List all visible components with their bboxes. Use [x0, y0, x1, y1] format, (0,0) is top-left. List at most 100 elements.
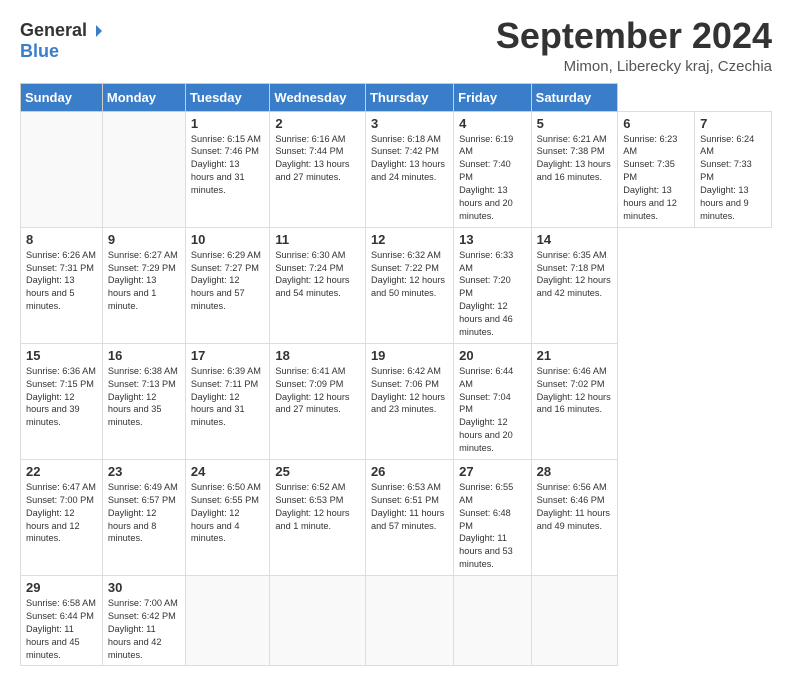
calendar-day-cell — [365, 576, 453, 666]
weekday-header: Friday — [454, 83, 532, 111]
calendar-day-cell: 12 Sunrise: 6:32 AMSunset: 7:22 PMDaylig… — [365, 227, 453, 343]
calendar-day-cell: 5 Sunrise: 6:21 AMSunset: 7:38 PMDayligh… — [531, 111, 618, 227]
day-number: 15 — [26, 348, 97, 363]
weekday-header: Saturday — [531, 83, 618, 111]
day-detail: Sunrise: 6:26 AMSunset: 7:31 PMDaylight:… — [26, 250, 96, 312]
calendar-day-cell — [185, 576, 270, 666]
day-detail: Sunrise: 6:58 AMSunset: 6:44 PMDaylight:… — [26, 598, 96, 660]
calendar-table: SundayMondayTuesdayWednesdayThursdayFrid… — [20, 83, 772, 667]
calendar-header-row: SundayMondayTuesdayWednesdayThursdayFrid… — [21, 83, 772, 111]
weekday-header: Tuesday — [185, 83, 270, 111]
day-number: 19 — [371, 348, 448, 363]
calendar-day-cell: 23 Sunrise: 6:49 AMSunset: 6:57 PMDaylig… — [102, 459, 185, 575]
month-title: September 2024 — [496, 16, 772, 56]
calendar-day-cell: 28 Sunrise: 6:56 AMSunset: 6:46 PMDaylig… — [531, 459, 618, 575]
calendar-day-cell: 30 Sunrise: 7:00 AMSunset: 6:42 PMDaylig… — [102, 576, 185, 666]
day-detail: Sunrise: 6:41 AMSunset: 7:09 PMDaylight:… — [275, 366, 349, 415]
day-detail: Sunrise: 6:15 AMSunset: 7:46 PMDaylight:… — [191, 134, 261, 196]
day-detail: Sunrise: 6:42 AMSunset: 7:06 PMDaylight:… — [371, 366, 445, 415]
calendar-day-cell: 27 Sunrise: 6:55 AMSunset: 6:48 PMDaylig… — [454, 459, 532, 575]
calendar-day-cell: 26 Sunrise: 6:53 AMSunset: 6:51 PMDaylig… — [365, 459, 453, 575]
calendar-week-row: 29 Sunrise: 6:58 AMSunset: 6:44 PMDaylig… — [21, 576, 772, 666]
calendar-day-cell: 14 Sunrise: 6:35 AMSunset: 7:18 PMDaylig… — [531, 227, 618, 343]
day-number: 3 — [371, 116, 448, 131]
logo-icon — [89, 24, 103, 38]
calendar-week-row: 15 Sunrise: 6:36 AMSunset: 7:15 PMDaylig… — [21, 343, 772, 459]
calendar-day-cell: 8 Sunrise: 6:26 AMSunset: 7:31 PMDayligh… — [21, 227, 103, 343]
page-header: General Blue September 2024 Mimon, Liber… — [20, 16, 772, 75]
weekday-header: Sunday — [21, 83, 103, 111]
day-number: 17 — [191, 348, 265, 363]
day-detail: Sunrise: 6:49 AMSunset: 6:57 PMDaylight:… — [108, 482, 178, 544]
calendar-day-cell — [270, 576, 366, 666]
logo: General Blue — [20, 20, 103, 62]
day-detail: Sunrise: 6:55 AMSunset: 6:48 PMDaylight:… — [459, 482, 513, 569]
day-detail: Sunrise: 6:27 AMSunset: 7:29 PMDaylight:… — [108, 250, 178, 312]
day-number: 20 — [459, 348, 526, 363]
day-detail: Sunrise: 6:21 AMSunset: 7:38 PMDaylight:… — [537, 134, 611, 183]
logo-general-text: General — [20, 20, 87, 41]
day-number: 11 — [275, 232, 360, 247]
calendar-week-row: 1 Sunrise: 6:15 AMSunset: 7:46 PMDayligh… — [21, 111, 772, 227]
day-number: 30 — [108, 580, 180, 595]
day-detail: Sunrise: 6:52 AMSunset: 6:53 PMDaylight:… — [275, 482, 349, 531]
calendar-day-cell: 11 Sunrise: 6:30 AMSunset: 7:24 PMDaylig… — [270, 227, 366, 343]
calendar-day-cell: 7 Sunrise: 6:24 AMSunset: 7:33 PMDayligh… — [695, 111, 772, 227]
calendar-day-cell: 4 Sunrise: 6:19 AMSunset: 7:40 PMDayligh… — [454, 111, 532, 227]
day-number: 7 — [700, 116, 766, 131]
weekday-header: Wednesday — [270, 83, 366, 111]
calendar-day-cell: 1 Sunrise: 6:15 AMSunset: 7:46 PMDayligh… — [185, 111, 270, 227]
calendar-day-cell: 16 Sunrise: 6:38 AMSunset: 7:13 PMDaylig… — [102, 343, 185, 459]
day-detail: Sunrise: 6:24 AMSunset: 7:33 PMDaylight:… — [700, 134, 754, 221]
weekday-header: Thursday — [365, 83, 453, 111]
calendar-day-cell: 10 Sunrise: 6:29 AMSunset: 7:27 PMDaylig… — [185, 227, 270, 343]
calendar-day-cell: 6 Sunrise: 6:23 AMSunset: 7:35 PMDayligh… — [618, 111, 695, 227]
day-number: 26 — [371, 464, 448, 479]
day-number: 25 — [275, 464, 360, 479]
location-title: Mimon, Liberecky kraj, Czechia — [496, 58, 772, 75]
calendar-day-cell: 29 Sunrise: 6:58 AMSunset: 6:44 PMDaylig… — [21, 576, 103, 666]
day-detail: Sunrise: 6:36 AMSunset: 7:15 PMDaylight:… — [26, 366, 96, 428]
day-detail: Sunrise: 6:46 AMSunset: 7:02 PMDaylight:… — [537, 366, 611, 415]
day-detail: Sunrise: 6:47 AMSunset: 7:00 PMDaylight:… — [26, 482, 96, 544]
calendar-day-cell — [531, 576, 618, 666]
calendar-day-cell: 22 Sunrise: 6:47 AMSunset: 7:00 PMDaylig… — [21, 459, 103, 575]
day-number: 27 — [459, 464, 526, 479]
calendar-day-cell — [21, 111, 103, 227]
calendar-day-cell: 13 Sunrise: 6:33 AMSunset: 7:20 PMDaylig… — [454, 227, 532, 343]
weekday-header: Monday — [102, 83, 185, 111]
day-number: 22 — [26, 464, 97, 479]
day-number: 10 — [191, 232, 265, 247]
day-detail: Sunrise: 6:39 AMSunset: 7:11 PMDaylight:… — [191, 366, 261, 428]
day-detail: Sunrise: 6:23 AMSunset: 7:35 PMDaylight:… — [623, 134, 677, 221]
day-number: 18 — [275, 348, 360, 363]
day-detail: Sunrise: 6:50 AMSunset: 6:55 PMDaylight:… — [191, 482, 261, 544]
calendar-day-cell: 15 Sunrise: 6:36 AMSunset: 7:15 PMDaylig… — [21, 343, 103, 459]
day-detail: Sunrise: 6:44 AMSunset: 7:04 PMDaylight:… — [459, 366, 513, 453]
day-number: 12 — [371, 232, 448, 247]
calendar-day-cell: 18 Sunrise: 6:41 AMSunset: 7:09 PMDaylig… — [270, 343, 366, 459]
day-number: 29 — [26, 580, 97, 595]
calendar-day-cell — [102, 111, 185, 227]
day-detail: Sunrise: 6:18 AMSunset: 7:42 PMDaylight:… — [371, 134, 445, 183]
day-detail: Sunrise: 6:30 AMSunset: 7:24 PMDaylight:… — [275, 250, 349, 299]
day-number: 6 — [623, 116, 689, 131]
day-number: 16 — [108, 348, 180, 363]
calendar-day-cell: 21 Sunrise: 6:46 AMSunset: 7:02 PMDaylig… — [531, 343, 618, 459]
calendar-day-cell: 25 Sunrise: 6:52 AMSunset: 6:53 PMDaylig… — [270, 459, 366, 575]
day-number: 1 — [191, 116, 265, 131]
day-number: 24 — [191, 464, 265, 479]
calendar-week-row: 22 Sunrise: 6:47 AMSunset: 7:00 PMDaylig… — [21, 459, 772, 575]
calendar-day-cell: 17 Sunrise: 6:39 AMSunset: 7:11 PMDaylig… — [185, 343, 270, 459]
calendar-day-cell: 9 Sunrise: 6:27 AMSunset: 7:29 PMDayligh… — [102, 227, 185, 343]
day-detail: Sunrise: 6:56 AMSunset: 6:46 PMDaylight:… — [537, 482, 610, 531]
calendar-day-cell: 3 Sunrise: 6:18 AMSunset: 7:42 PMDayligh… — [365, 111, 453, 227]
calendar-day-cell: 24 Sunrise: 6:50 AMSunset: 6:55 PMDaylig… — [185, 459, 270, 575]
day-detail: Sunrise: 7:00 AMSunset: 6:42 PMDaylight:… — [108, 598, 178, 660]
day-number: 8 — [26, 232, 97, 247]
day-detail: Sunrise: 6:29 AMSunset: 7:27 PMDaylight:… — [191, 250, 261, 312]
day-detail: Sunrise: 6:38 AMSunset: 7:13 PMDaylight:… — [108, 366, 178, 428]
day-number: 9 — [108, 232, 180, 247]
calendar-day-cell: 20 Sunrise: 6:44 AMSunset: 7:04 PMDaylig… — [454, 343, 532, 459]
day-number: 14 — [537, 232, 613, 247]
